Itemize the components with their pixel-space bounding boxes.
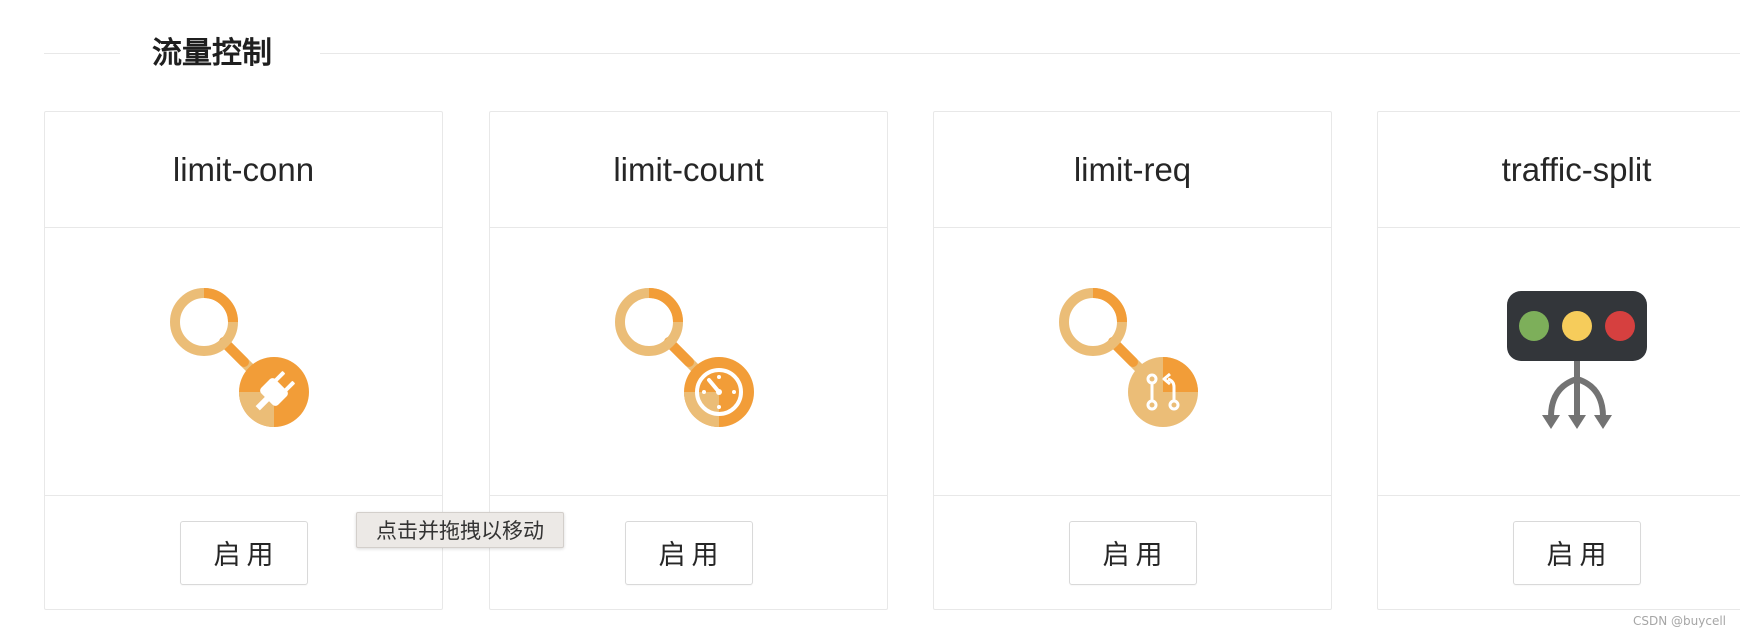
card-footer: 启用 bbox=[1378, 496, 1740, 609]
card-title: limit-conn bbox=[45, 112, 442, 228]
card-footer: 启用 bbox=[934, 496, 1331, 609]
plug-link-icon bbox=[169, 287, 309, 427]
card-title: limit-req bbox=[934, 112, 1331, 228]
section-title: 流量控制 bbox=[152, 36, 272, 71]
card-body bbox=[45, 228, 442, 496]
branch-link-icon bbox=[1058, 287, 1198, 427]
traffic-light-split-icon bbox=[1506, 290, 1647, 429]
watermark: CSDN @buycell bbox=[1633, 614, 1726, 628]
enable-button[interactable]: 启用 bbox=[1068, 520, 1197, 585]
enable-button[interactable]: 启用 bbox=[179, 520, 308, 585]
drag-tooltip: 点击并拖拽以移动 bbox=[356, 512, 564, 548]
divider-line-left bbox=[44, 53, 120, 54]
card-body bbox=[1378, 228, 1740, 496]
section-divider: 流量控制 bbox=[44, 36, 1740, 72]
enable-button[interactable]: 启用 bbox=[1512, 520, 1641, 585]
plugin-card-limit-req: limit-req 启用 bbox=[933, 111, 1332, 610]
card-body bbox=[934, 228, 1331, 496]
timer-link-icon bbox=[614, 287, 754, 427]
card-body bbox=[490, 228, 887, 496]
enable-button[interactable]: 启用 bbox=[624, 520, 753, 585]
divider-line-right bbox=[320, 53, 1740, 54]
card-title: limit-count bbox=[490, 112, 887, 228]
plugin-card-traffic-split: traffic-split 启用 bbox=[1377, 111, 1740, 610]
card-title: traffic-split bbox=[1378, 112, 1740, 228]
